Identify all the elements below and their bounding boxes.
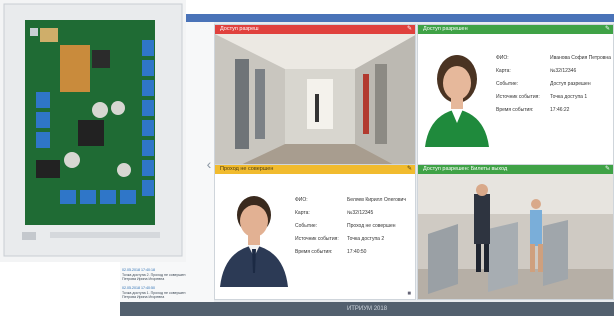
field-value: №32/12345: [347, 210, 374, 216]
field-label: Карта:: [496, 68, 511, 74]
access-panel-not-passed[interactable]: Проход не совершен ✎ ФИО: Беляев Кирилл …: [214, 164, 416, 300]
monitoring-screen: Точка доступа 1 Колнов Ивсаев 02.05.2018…: [120, 14, 614, 316]
field-label: Время события:: [295, 249, 333, 255]
field-label: Событие:: [496, 81, 519, 87]
controller-board-image: [0, 0, 186, 262]
field-value: Точка доступа 2: [347, 236, 385, 242]
panel-header: Доступ разрешен ✎: [418, 25, 613, 34]
top-bar: [120, 14, 614, 22]
field-value: 17:40:50: [347, 249, 367, 255]
event-line: Петрова Ирина Игоревна: [122, 295, 165, 300]
edit-icon[interactable]: ✎: [605, 165, 610, 174]
panel-header: Проход не совершен ✎: [215, 165, 415, 174]
edit-icon[interactable]: ✎: [407, 25, 412, 34]
field-value: №32/12346: [550, 68, 577, 74]
person-photo: [218, 183, 290, 287]
field-value: Точка доступа 1: [550, 94, 588, 100]
field-value: 17:46:22: [550, 107, 570, 113]
field-label: ФИО:: [496, 55, 509, 61]
field-label: Источник события:: [496, 94, 540, 100]
field-label: Время события:: [496, 107, 534, 113]
field-value: Иванова София Петровна: [550, 55, 611, 61]
panel-header: Доступ разреш ✎: [215, 25, 415, 34]
panel-title: Доступ разреш: [220, 26, 259, 32]
panel-title: Доступ разрешен: [423, 26, 468, 32]
event-line: Петрова Ирина Игоревна: [122, 277, 165, 282]
turnstile-camera-image: [418, 174, 613, 299]
chevron-left-icon[interactable]: ‹: [204, 154, 214, 174]
field-label: ФИО:: [295, 197, 308, 203]
camera-panel-turnstile[interactable]: Доступ разрешен: Билеты выход ✎: [417, 164, 614, 300]
list-item[interactable]: 02.05.2018 17:40:50 Точка доступа 1. Про…: [122, 286, 208, 300]
field-label: Событие:: [295, 223, 318, 229]
footer: ИТРИУМ 2018: [120, 302, 614, 316]
corridor-camera-image: [215, 34, 415, 175]
edit-icon[interactable]: ✎: [605, 25, 610, 34]
person-photo: [421, 43, 493, 147]
panel-title: Проход не совершен: [220, 166, 274, 172]
panel-header: Доступ разрешен: Билеты выход ✎: [418, 165, 613, 174]
field-label: Карта:: [295, 210, 310, 216]
camera-icon[interactable]: ■: [407, 291, 411, 297]
field-label: Источник события:: [295, 236, 339, 242]
panel-title: Доступ разрешен: Билеты выход: [423, 166, 508, 172]
camera-panel-corridor[interactable]: Доступ разреш ✎: [214, 24, 416, 176]
edit-icon[interactable]: ✎: [407, 165, 412, 174]
access-panel-granted[interactable]: Доступ разрешен ✎ ФИО: Иванова София Пет…: [417, 24, 614, 176]
list-item[interactable]: 02.05.2018 17:40:18 Точка доступа 2. Про…: [122, 268, 208, 282]
field-value: Проход не совершен: [347, 223, 396, 229]
field-value: Доступ разрешен: [550, 81, 591, 87]
field-value: Беляев Кирилл Олегович: [347, 197, 406, 203]
